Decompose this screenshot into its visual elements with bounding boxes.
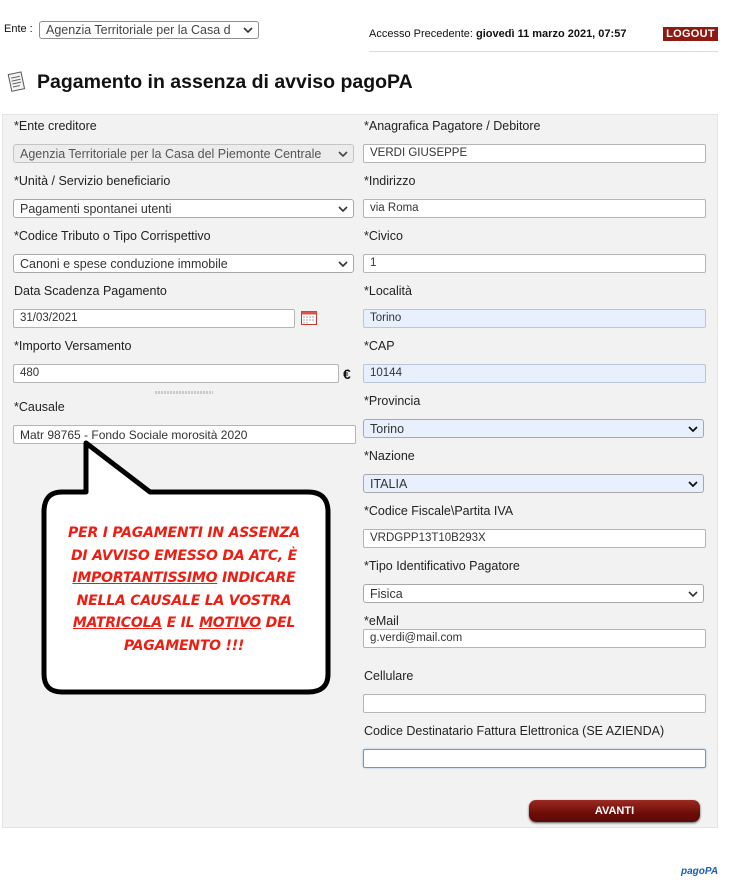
anagrafica-label: *Anagrafica Pagatore / Debitore [364, 119, 541, 133]
importo-input[interactable]: 480 [13, 364, 339, 383]
chevron-down-icon [243, 27, 253, 34]
logout-button[interactable]: LOGOUT [663, 27, 718, 41]
chevron-down-icon [338, 151, 348, 158]
tipo-label: *Tipo Identificativo Pagatore [364, 559, 520, 573]
unita-select[interactable]: Pagamenti spontanei utenti [13, 199, 354, 218]
chevron-down-icon [338, 206, 348, 213]
chevron-down-icon [338, 261, 348, 268]
tributo-value: Canoni e spese conduzione immobile [20, 257, 228, 271]
nazione-select[interactable]: ITALIA [363, 474, 704, 493]
anagrafica-input[interactable]: VERDI GIUSEPPE [363, 144, 706, 163]
callout-emphasis: MATRICOLA [72, 615, 162, 631]
callout-line: PER I PAGAMENTI IN ASSENZA [68, 525, 300, 541]
codice-dest-input[interactable] [363, 749, 706, 768]
divider [155, 391, 213, 394]
unita-value: Pagamenti spontanei utenti [20, 202, 172, 216]
ente-creditore-select[interactable]: Agenzia Territoriale per la Casa del Pie… [13, 144, 354, 163]
chevron-down-icon [688, 481, 698, 488]
tributo-select[interactable]: Canoni e spese conduzione immobile [13, 254, 354, 273]
ente-select[interactable]: Agenzia Territoriale per la Casa d [39, 21, 259, 39]
cap-input[interactable]: 10144 [363, 364, 706, 383]
page-title: Pagamento in assenza di avviso pagoPA [37, 71, 413, 93]
ente-label: Ente : [4, 23, 33, 35]
pagopa-logo: pagoPA [681, 866, 718, 877]
calendar-icon[interactable] [301, 311, 317, 325]
callout-emphasis: MOTIVO [199, 615, 261, 631]
civico-input[interactable]: 1 [363, 254, 706, 273]
callout-text: PER I PAGAMENTI IN ASSENZA DI AVVISO EME… [52, 522, 316, 657]
cellulare-label: Cellulare [364, 669, 414, 683]
civico-label: *Civico [364, 229, 403, 243]
causale-label: *Causale [14, 400, 65, 414]
pagopa-logo-text: pagoPA [681, 866, 719, 877]
cellulare-input[interactable] [363, 694, 706, 713]
codice-dest-label: Codice Destinatario Fattura Elettronica … [364, 724, 665, 738]
email-label: *eMail [364, 614, 399, 628]
chevron-down-icon [688, 426, 698, 433]
provincia-value: Torino [370, 422, 405, 436]
importo-label: *Importo Versamento [14, 339, 132, 353]
cf-input[interactable]: VRDGPP13T10B293X [363, 529, 706, 548]
ente-select-value: Agenzia Territoriale per la Casa d [46, 23, 231, 37]
ente-creditore-label: *Ente creditore [14, 119, 97, 133]
ente-creditore-value: Agenzia Territoriale per la Casa del Pie… [20, 147, 322, 161]
euro-symbol: € [343, 366, 351, 382]
tipo-select[interactable]: Fisica [363, 584, 704, 603]
indirizzo-input[interactable]: via Roma [363, 199, 706, 218]
provincia-label: *Provincia [364, 394, 421, 408]
localita-label: *Località [364, 284, 412, 298]
callout-line-part: E IL [161, 615, 200, 631]
callout-line: DI AVVISO EMESSO DA ATC, È [70, 547, 298, 564]
callout-emphasis: IMPORTANTISSIMO [72, 570, 218, 586]
document-icon [7, 71, 26, 92]
scadenza-label: Data Scadenza Pagamento [14, 284, 167, 298]
nazione-label: *Nazione [364, 449, 415, 463]
callout-line-part: INDICARE [217, 570, 296, 586]
previous-access-label: Accesso Precedente: [369, 28, 473, 40]
callout-line: IMPORTANTISSIMO INDICARE [52, 567, 316, 590]
cf-label: *Codice Fiscale\Partita IVA [364, 504, 514, 518]
indirizzo-label: *Indirizzo [364, 174, 416, 188]
nazione-value: ITALIA [370, 477, 408, 491]
callout-line: NELLA CAUSALE LA VOSTRA [76, 592, 292, 609]
email-input[interactable]: g.verdi@mail.com [363, 629, 706, 648]
scadenza-input[interactable]: 31/03/2021 [13, 309, 295, 328]
callout-line-part: DEL [260, 615, 296, 631]
previous-access-value: giovedì 11 marzo 2021, 07:57 [476, 28, 627, 40]
unita-label: *Unità / Servizio beneficiario [14, 174, 171, 188]
callout-line: PAGAMENTO !!! [123, 637, 245, 654]
tributo-label: *Codice Tributo o Tipo Corrispettivo [14, 229, 211, 243]
chevron-down-icon [688, 591, 698, 598]
cap-label: *CAP [364, 339, 395, 353]
divider [369, 51, 718, 52]
localita-input[interactable]: Torino [363, 309, 706, 328]
previous-access: Accesso Precedente: giovedì 11 marzo 202… [369, 28, 626, 40]
tipo-value: Fisica [370, 587, 403, 601]
avanti-button[interactable]: AVANTI [529, 800, 700, 822]
callout-line: MATRICOLA E IL MOTIVO DEL [52, 612, 316, 635]
provincia-select[interactable]: Torino [363, 419, 704, 438]
